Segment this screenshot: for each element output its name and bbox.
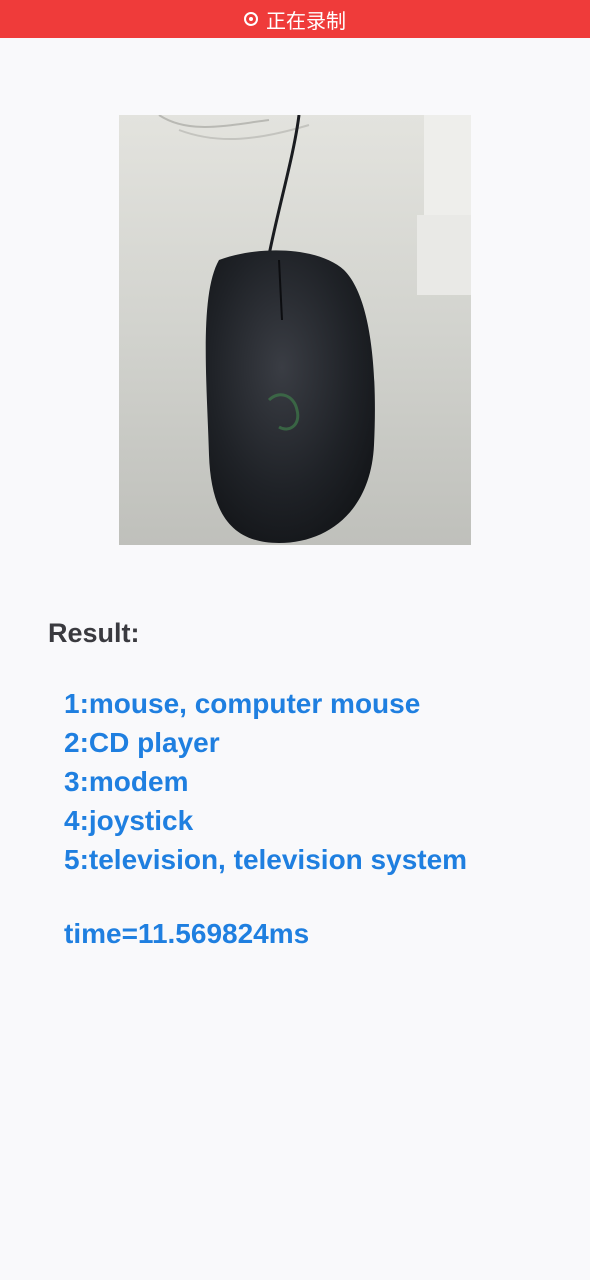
list-item: 5:television, television system	[64, 844, 468, 875]
input-photo	[119, 115, 471, 545]
list-item: 3:modem	[64, 766, 189, 797]
list-item: 4:joystick	[64, 805, 194, 836]
mouse-photo-icon	[119, 115, 471, 545]
recording-status-bar[interactable]: 正在录制	[0, 0, 590, 38]
inference-time: time=11.569824ms	[64, 918, 310, 949]
list-item: 2:CD player	[64, 727, 220, 758]
recording-status-text: 正在录制	[266, 8, 346, 33]
record-icon	[244, 12, 258, 26]
list-item: 1:mouse, computer mouse	[64, 688, 421, 719]
results-list: 1:mouse, computer mouse 2:CD player 3:mo…	[64, 684, 467, 879]
result-label: Result:	[48, 618, 140, 648]
